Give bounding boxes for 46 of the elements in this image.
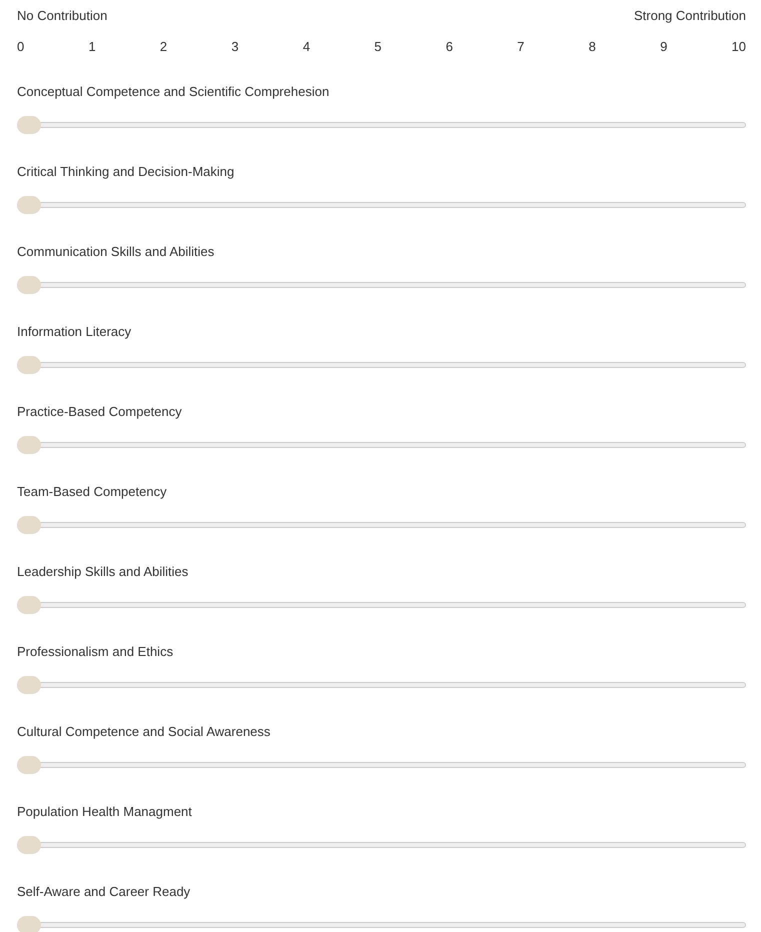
slider-thumb[interactable]	[17, 916, 41, 932]
tick-label: 5	[374, 39, 382, 55]
scale-min-label: No Contribution	[17, 8, 108, 24]
scale-max-label: Strong Contribution	[634, 8, 746, 24]
slider-thumb[interactable]	[17, 196, 41, 214]
tick-label: 3	[231, 39, 239, 55]
slider-label: Self-Aware and Career Ready	[17, 884, 192, 900]
tick-label: 2	[160, 39, 168, 55]
slider-thumb[interactable]	[17, 676, 41, 694]
slider-label: Professionalism and Ethics	[17, 644, 174, 660]
slider-label: Communication Skills and Abilities	[17, 244, 216, 260]
slider-label: Leadership Skills and Abilities	[17, 564, 190, 580]
tick-label: 1	[88, 39, 96, 55]
slider[interactable]	[17, 836, 746, 854]
slider[interactable]	[17, 596, 746, 614]
tick-label: 6	[446, 39, 453, 55]
slider[interactable]	[17, 916, 746, 932]
slider-label: Cultural Competence and Social Awareness	[17, 724, 272, 740]
slider-label: Population Health Managment	[17, 804, 193, 820]
tick-label: 9	[660, 39, 668, 55]
slider[interactable]	[17, 516, 746, 534]
slider[interactable]	[17, 436, 746, 454]
slider-thumb[interactable]	[17, 116, 41, 134]
slider-thumb[interactable]	[17, 356, 41, 374]
tick-label: 4	[302, 39, 310, 55]
slider-thumb[interactable]	[17, 276, 41, 294]
tick-label: 10	[732, 39, 746, 55]
slider-thumb[interactable]	[17, 436, 41, 454]
tick-label: 8	[588, 39, 596, 55]
slider-label: Conceptual Competence and Scientific Comprehesion	[17, 84, 330, 100]
tick-label: 7	[517, 39, 524, 55]
slider-label: Practice-Based Competency	[17, 404, 183, 420]
slider-label: Critical Thinking and Decision-Making	[17, 164, 236, 180]
slider-thumb[interactable]	[17, 596, 41, 614]
slider[interactable]	[17, 196, 746, 214]
slider[interactable]	[17, 276, 746, 294]
slider-thumb[interactable]	[17, 516, 41, 534]
slider[interactable]	[17, 676, 746, 694]
tick-label: 0	[17, 39, 24, 55]
slider-label: Team-Based Competency	[17, 484, 168, 500]
slider-thumb[interactable]	[17, 836, 41, 854]
slider-thumb[interactable]	[17, 756, 41, 774]
slider[interactable]	[17, 116, 746, 134]
slider[interactable]	[17, 756, 746, 774]
slider-label: Information Literacy	[17, 324, 132, 340]
slider[interactable]	[17, 356, 746, 374]
